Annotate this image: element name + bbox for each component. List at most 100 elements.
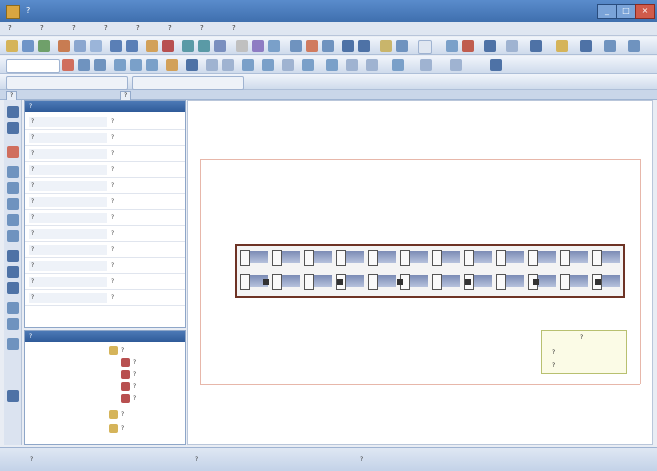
more-icon[interactable]	[628, 40, 640, 52]
terminal-icon[interactable]	[306, 40, 318, 52]
property-row[interactable]: ??	[25, 211, 185, 226]
zoom-in-icon[interactable]	[182, 40, 194, 52]
list-icon[interactable]	[366, 59, 378, 71]
property-value[interactable]: ?	[111, 133, 179, 143]
copy-icon[interactable]	[74, 40, 86, 52]
maximize-button[interactable]: □	[616, 4, 636, 19]
rotate-icon[interactable]	[342, 40, 354, 52]
cable-icon[interactable]	[262, 59, 274, 71]
help-icon[interactable]	[556, 40, 568, 52]
export-icon[interactable]	[484, 40, 496, 52]
terminal-cell[interactable]	[303, 248, 335, 268]
property-row[interactable]: ??	[25, 243, 185, 258]
select-icon[interactable]	[396, 40, 408, 52]
text-icon[interactable]	[322, 40, 334, 52]
terminal-cell[interactable]	[463, 248, 495, 268]
pointer-icon[interactable]	[7, 106, 19, 118]
save-icon[interactable]	[38, 40, 50, 52]
zoom-out-icon[interactable]	[198, 40, 210, 52]
terminal-cell[interactable]	[335, 248, 367, 268]
print-icon[interactable]	[146, 40, 158, 52]
delete-tool-icon[interactable]	[7, 282, 19, 294]
terminal-cell[interactable]	[527, 248, 559, 268]
property-row[interactable]: ??	[25, 227, 185, 242]
window-icon[interactable]	[580, 40, 592, 52]
pin-icon[interactable]	[490, 59, 502, 71]
property-value[interactable]: ?	[111, 165, 179, 175]
terminal-cell[interactable]	[399, 248, 431, 268]
arc-tool-icon[interactable]	[7, 198, 19, 210]
property-row[interactable]: ??	[25, 275, 185, 290]
terminal-cell[interactable]	[367, 272, 399, 292]
cable-tool-icon[interactable]	[7, 338, 19, 350]
navigate-icon[interactable]	[392, 59, 404, 71]
settings-icon[interactable]	[506, 40, 518, 52]
wire-tool-icon[interactable]	[7, 166, 19, 178]
app-icon[interactable]	[6, 5, 20, 19]
terminal-cell[interactable]	[431, 248, 463, 268]
dimension-tool-icon[interactable]	[7, 230, 19, 242]
zoom-tool-icon[interactable]	[7, 390, 19, 402]
menu-item[interactable]: ?	[168, 24, 172, 32]
undo-icon[interactable]	[110, 40, 122, 52]
property-value[interactable]: ?	[111, 245, 179, 255]
property-value[interactable]: ?	[111, 293, 179, 303]
property-row[interactable]: ??	[25, 195, 185, 210]
terminal-cell[interactable]	[559, 248, 591, 268]
cut-icon[interactable]	[58, 40, 70, 52]
terminal-cell[interactable]	[271, 248, 303, 268]
property-value[interactable]: ?	[111, 277, 179, 287]
property-row[interactable]: ??	[25, 115, 185, 130]
terminal-cell[interactable]	[399, 272, 431, 292]
menu-item[interactable]: ?	[232, 24, 236, 32]
menu-item[interactable]: ?	[8, 24, 12, 32]
stop-icon[interactable]	[162, 40, 174, 52]
align-icon[interactable]	[236, 40, 248, 52]
filter-icon[interactable]	[420, 59, 432, 71]
copy-tool-icon[interactable]	[7, 266, 19, 278]
symbol-icon[interactable]	[206, 59, 218, 71]
check-icon[interactable]	[446, 40, 458, 52]
menu-item[interactable]: ?	[72, 24, 76, 32]
page-icon[interactable]	[346, 59, 358, 71]
line-icon[interactable]	[114, 59, 126, 71]
bus-icon[interactable]	[242, 59, 254, 71]
bridge-tool-icon[interactable]	[7, 318, 19, 330]
style-select[interactable]	[6, 59, 60, 73]
connect-icon[interactable]	[326, 59, 338, 71]
terminal-cell[interactable]	[559, 272, 591, 292]
property-value[interactable]: ?	[111, 213, 179, 223]
property-row[interactable]: ??	[25, 259, 185, 274]
property-value[interactable]: ?	[111, 261, 179, 271]
property-value[interactable]: ?	[111, 149, 179, 159]
bold-icon[interactable]	[78, 59, 90, 71]
terminal-tool-icon[interactable]	[7, 302, 19, 314]
close-button[interactable]: ×	[635, 4, 655, 19]
layer-icon[interactable]	[252, 40, 264, 52]
report-icon[interactable]	[530, 40, 542, 52]
terminal-cell[interactable]	[303, 272, 335, 292]
label-icon[interactable]	[282, 59, 294, 71]
hand-icon[interactable]	[7, 122, 19, 134]
property-row[interactable]: ??	[25, 131, 185, 146]
macro-icon[interactable]	[222, 59, 234, 71]
menu-item[interactable]: ?	[104, 24, 108, 32]
highlight-icon[interactable]	[7, 146, 19, 158]
device-icon[interactable]	[302, 59, 314, 71]
paste-icon[interactable]	[90, 40, 102, 52]
title-block[interactable]: ? ? ?	[541, 330, 627, 374]
property-row[interactable]: ??	[25, 179, 185, 194]
menu-item[interactable]: ?	[136, 24, 140, 32]
dropdown[interactable]	[418, 40, 432, 54]
error-icon[interactable]	[462, 40, 474, 52]
property-value[interactable]: ?	[111, 229, 179, 239]
property-value[interactable]: ?	[111, 117, 179, 127]
rect-icon[interactable]	[130, 59, 142, 71]
mirror-icon[interactable]	[358, 40, 370, 52]
grid-icon[interactable]	[214, 40, 226, 52]
tree-item[interactable]: ?	[109, 423, 124, 435]
tree-item[interactable]: ?	[121, 369, 136, 381]
menu-item[interactable]: ?	[200, 24, 204, 32]
terminal-cell[interactable]	[495, 272, 527, 292]
tree-item[interactable]: ?	[109, 409, 124, 421]
